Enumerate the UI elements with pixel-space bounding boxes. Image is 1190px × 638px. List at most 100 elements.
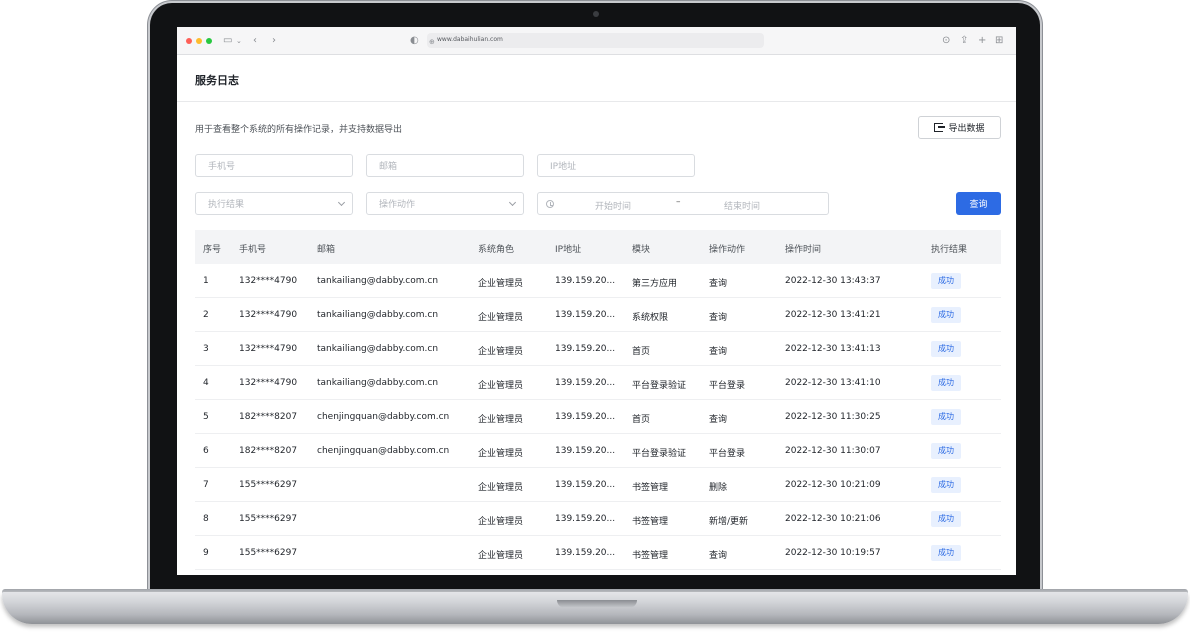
end-time-placeholder[interactable]: 结束时间 (724, 199, 760, 212)
cell-ip: 139.159.20... (555, 378, 616, 388)
cell-ip: 139.159.20... (555, 276, 616, 286)
new-tab-icon[interactable]: + (978, 34, 986, 48)
ip-placeholder: IP地址 (550, 162, 577, 172)
cell-index: 2 (203, 310, 209, 320)
range-separator: – (676, 197, 681, 207)
phone-input[interactable]: 手机号 (195, 154, 353, 177)
cell-ip: 139.159.20... (555, 480, 616, 490)
ip-input[interactable]: IP地址 (537, 154, 695, 177)
cell-time: 2022-12-30 11:30:25 (785, 412, 881, 422)
status-badge: 成功 (931, 511, 961, 527)
globe-icon: ⊕ (429, 38, 435, 46)
cell-time: 2022-12-30 13:41:13 (785, 344, 881, 354)
table-row[interactable]: 7 155****6297 企业管理员 139.159.20... 书签管理 删… (195, 468, 1001, 502)
email-placeholder: 邮箱 (379, 162, 398, 172)
header-result: 执行结果 (931, 245, 968, 255)
tab-overview-icon[interactable]: ⊞ (995, 34, 1003, 48)
table-row[interactable]: 8 155****6297 企业管理员 139.159.20... 书签管理 新… (195, 502, 1001, 536)
back-icon[interactable]: ‹ (253, 34, 257, 48)
page-title: 服务日志 (195, 74, 239, 87)
table-row[interactable]: 3 132****4790 tankailiang@dabby.com.cn 企… (195, 332, 1001, 366)
share-icon[interactable]: ⇪ (960, 34, 968, 48)
header-time: 操作时间 (785, 245, 822, 255)
laptop-base (2, 592, 1188, 624)
header-email: 邮箱 (317, 245, 336, 255)
header-divider (177, 101, 1016, 102)
cell-index: 7 (203, 480, 209, 490)
cell-time: 2022-12-30 13:43:37 (785, 276, 881, 286)
minimize-window-button[interactable] (196, 38, 202, 44)
result-select[interactable]: 执行结果 (195, 192, 353, 215)
header-ip: IP地址 (555, 245, 582, 255)
date-range-picker[interactable]: 开始时间 – 结束时间 (537, 192, 829, 215)
cell-email: chenjingquan@dabby.com.cn (317, 446, 450, 456)
cell-module: 书签管理 (632, 517, 669, 527)
cell-ip: 139.159.20... (555, 412, 616, 422)
cell-role: 企业管理员 (478, 415, 524, 425)
cell-phone: 155****6297 (239, 480, 298, 490)
cell-time: 2022-12-30 10:21:06 (785, 514, 881, 524)
cell-role: 企业管理员 (478, 517, 524, 527)
table-row[interactable]: 9 155****6297 企业管理员 139.159.20... 书签管理 查… (195, 536, 1001, 570)
cell-index: 1 (203, 276, 209, 286)
cell-role: 企业管理员 (478, 483, 524, 493)
cell-time: 2022-12-30 13:41:10 (785, 378, 881, 388)
cell-role: 企业管理员 (478, 313, 524, 323)
cell-email: tankailiang@dabby.com.cn (317, 310, 439, 320)
table-header: 序号 手机号 邮箱 系统角色 IP地址 模块 操作动作 操作时间 执行结果 (195, 230, 1001, 264)
chevron-down-icon[interactable]: ⌄ (236, 34, 242, 48)
cell-time: 2022-12-30 11:30:07 (785, 446, 881, 456)
cell-email: tankailiang@dabby.com.cn (317, 344, 439, 354)
page-description: 用于查看整个系统的所有操作记录，并支持数据导出 (195, 125, 403, 135)
maximize-window-button[interactable] (206, 38, 212, 44)
download-icon[interactable]: ⊙ (942, 34, 950, 48)
cell-module: 平台登录验证 (632, 381, 687, 391)
sidebar-icon[interactable]: ▭ (223, 34, 232, 48)
cell-action: 查询 (709, 415, 728, 425)
start-time-placeholder[interactable]: 开始时间 (595, 199, 631, 212)
cell-action: 平台登录 (709, 449, 746, 459)
cell-module: 书签管理 (632, 551, 669, 561)
status-badge: 成功 (931, 273, 961, 289)
cell-email: tankailiang@dabby.com.cn (317, 378, 439, 388)
status-badge: 成功 (931, 307, 961, 323)
table-row[interactable]: 2 132****4790 tankailiang@dabby.com.cn 企… (195, 298, 1001, 332)
export-icon (934, 123, 946, 132)
phone-placeholder: 手机号 (208, 162, 236, 172)
table-row[interactable]: 6 182****8207 chenjingquan@dabby.com.cn … (195, 434, 1001, 468)
clock-icon (546, 199, 554, 208)
header-role: 系统角色 (478, 245, 515, 255)
chevron-down-icon (508, 198, 517, 207)
table-row[interactable]: 4 132****4790 tankailiang@dabby.com.cn 企… (195, 366, 1001, 400)
status-badge: 成功 (931, 341, 961, 357)
cell-phone: 132****4790 (239, 344, 298, 354)
cell-phone: 132****4790 (239, 378, 298, 388)
cell-module: 系统权限 (632, 313, 669, 323)
url-text[interactable]: www.dabaihulian.com (437, 36, 503, 43)
table-row[interactable]: 5 182****8207 chenjingquan@dabby.com.cn … (195, 400, 1001, 434)
chevron-down-icon (337, 198, 346, 207)
cell-module: 首页 (632, 415, 651, 425)
export-data-button[interactable]: 导出数据 (918, 116, 1001, 139)
cell-index: 6 (203, 446, 209, 456)
action-placeholder: 操作动作 (379, 200, 416, 210)
export-label: 导出数据 (948, 124, 985, 134)
table-row[interactable]: 1 132****4790 tankailiang@dabby.com.cn 企… (195, 264, 1001, 298)
cell-ip: 139.159.20... (555, 446, 616, 456)
status-badge: 成功 (931, 375, 961, 391)
cell-phone: 132****4790 (239, 310, 298, 320)
cell-time: 2022-12-30 10:21:09 (785, 480, 881, 490)
status-badge: 成功 (931, 545, 961, 561)
cell-ip: 139.159.20... (555, 548, 616, 558)
privacy-shield-icon[interactable]: ◐ (410, 34, 419, 48)
action-select[interactable]: 操作动作 (366, 192, 524, 215)
cell-email: chenjingquan@dabby.com.cn (317, 412, 450, 422)
forward-icon[interactable]: › (272, 34, 276, 48)
cell-phone: 155****6297 (239, 548, 298, 558)
email-input[interactable]: 邮箱 (366, 154, 524, 177)
close-window-button[interactable] (186, 38, 192, 44)
browser-window: ▭ ⌄ ‹ › ◐ ⊕ www.dabaihulian.com ⊙ ⇪ + ⊞ … (177, 27, 1016, 575)
cell-action: 查询 (709, 551, 728, 561)
browser-toolbar: ▭ ⌄ ‹ › ◐ ⊕ www.dabaihulian.com ⊙ ⇪ + ⊞ (177, 27, 1016, 55)
query-button[interactable]: 查询 (956, 192, 1001, 215)
